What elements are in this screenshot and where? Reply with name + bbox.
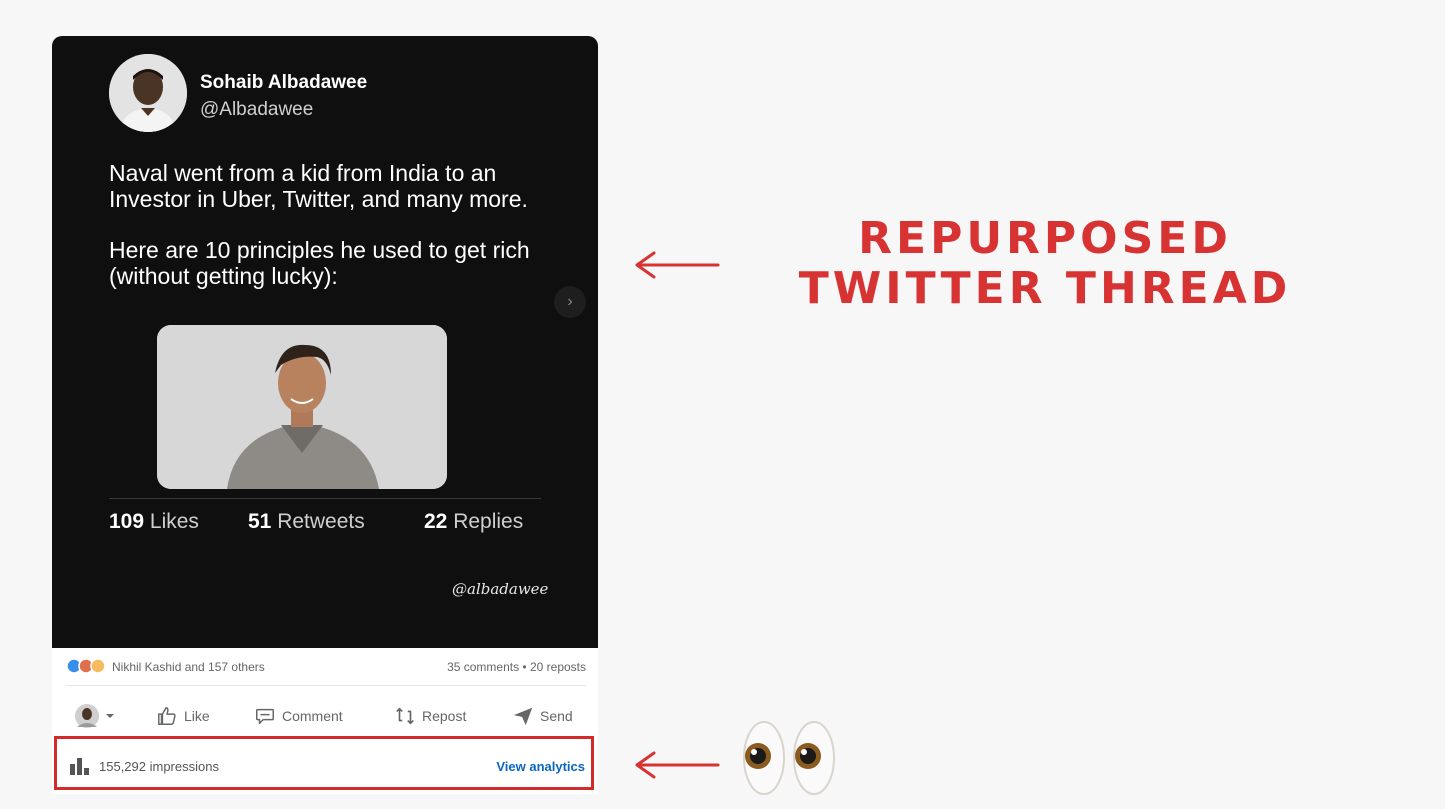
retweets-stat: 51 Retweets [248, 510, 365, 533]
repost-button[interactable]: Repost [394, 702, 466, 730]
analytics-bar-icon [70, 758, 89, 775]
carousel-next-button[interactable]: › [554, 286, 586, 318]
tweet-card: Sohaib Albadawee @Albadawee Naval went f… [52, 36, 598, 648]
tweet-photo [157, 325, 447, 489]
reactions-row: Nikhil Kashid and 157 others 35 comments… [66, 658, 586, 676]
author-name: Sohaib Albadawee [200, 72, 368, 93]
arrow-left-icon [635, 251, 720, 279]
author-handle: @Albadawee [200, 99, 314, 120]
impressions-count: 155,292 impressions [99, 759, 219, 774]
send-button[interactable]: Send [512, 702, 573, 730]
tweet-paragraph: Naval went from a kid from India to an I… [109, 160, 528, 212]
replies-stat: 22 Replies [424, 510, 524, 533]
post-actions: Like Comment Repost Send [66, 702, 586, 732]
user-avatar-dropdown [75, 704, 114, 728]
comment-button[interactable]: Comment [254, 702, 343, 730]
watermark: @albadawee [452, 580, 549, 598]
repost-label: Repost [422, 708, 467, 724]
send-label: Send [540, 708, 573, 724]
reaction-icons[interactable] [66, 658, 108, 674]
eyes-emoji [743, 721, 835, 795]
comment-label: Comment [282, 708, 343, 724]
arrow-left-icon [635, 751, 720, 779]
likes-stat: 109 Likes [109, 510, 199, 533]
like-icon [158, 707, 176, 725]
tweet-text: Naval went from a kid from India to an I… [109, 160, 559, 314]
send-icon [513, 707, 533, 726]
impressions-bar: 155,292 impressions View analytics [54, 736, 594, 790]
chevron-right-icon: › [567, 293, 573, 310]
like-button[interactable]: Like [156, 702, 210, 730]
actions-divider [66, 685, 586, 686]
reactions-summary[interactable]: Nikhil Kashid and 157 others [112, 660, 265, 674]
comment-repost-counts[interactable]: 35 comments • 20 reposts [447, 660, 586, 674]
view-analytics-link[interactable]: View analytics [496, 759, 585, 774]
like-label: Like [184, 708, 210, 724]
annotation-title: REPURPOSED TWITTER THREAD [798, 213, 1292, 314]
tweet-paragraph: Here are 10 principles he used to get ri… [109, 237, 530, 289]
stats-divider [109, 498, 541, 499]
comment-icon [256, 708, 274, 725]
repost-icon [396, 707, 414, 725]
reaction-identity-selector[interactable] [74, 702, 118, 730]
author-avatar [109, 54, 187, 132]
